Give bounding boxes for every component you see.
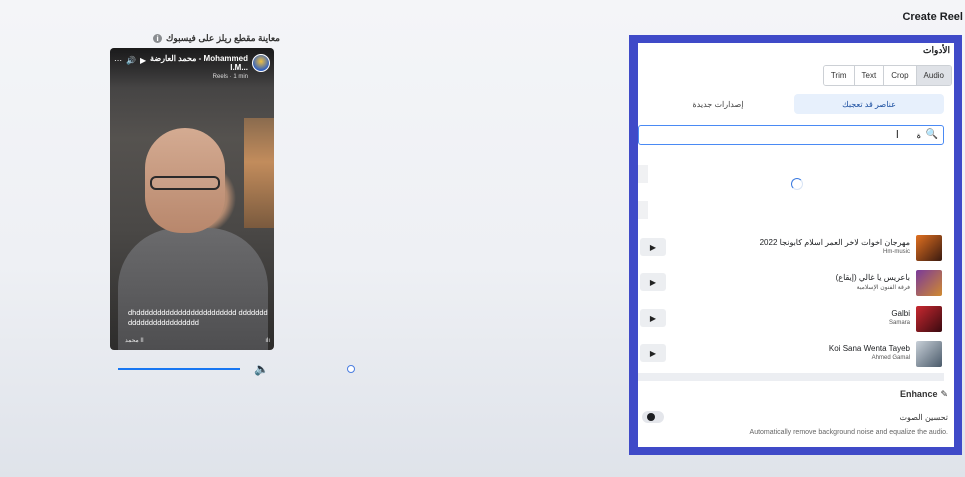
loading-placeholder xyxy=(638,165,648,183)
track-title: Koi Sana Wenta Tayeb xyxy=(828,344,910,353)
track-thumbnail xyxy=(916,341,942,367)
track-thumbnail xyxy=(916,306,942,332)
audio-search[interactable]: I 🔍 xyxy=(638,125,944,145)
play-icon[interactable]: ▶ xyxy=(140,56,146,65)
track-title: باعريس يا غالي (إيقاع) xyxy=(835,273,910,282)
loading-placeholder xyxy=(638,201,648,219)
speaker-icon[interactable]: 🔈 xyxy=(254,362,269,376)
info-icon[interactable]: i xyxy=(153,34,163,43)
track-title: Galbi xyxy=(891,309,910,318)
track-thumbnail xyxy=(916,270,942,296)
enhance-title: Enhance ✎ xyxy=(900,389,948,400)
avatar xyxy=(252,54,270,72)
tab-text[interactable]: Text xyxy=(853,66,884,85)
preview-label: معاينة مقطع ريلز على فيسبوك i xyxy=(110,33,280,44)
player-controls: ⋯ 🔊 ▶ xyxy=(114,56,146,65)
background-shelf xyxy=(244,118,274,228)
track-artist: فرقة الفنون الإسلامية xyxy=(856,285,910,291)
text-cursor-icon: I xyxy=(895,128,899,141)
tab-trim[interactable]: Trim xyxy=(823,66,854,85)
enhance-title-text: Enhance xyxy=(899,389,938,399)
track-artist: Hm-music xyxy=(883,249,910,255)
timeline-scrubber[interactable] xyxy=(118,368,240,370)
pencil-icon: ✎ xyxy=(940,390,948,400)
list-item[interactable]: ▶ Galbi Samara xyxy=(638,303,944,333)
play-button[interactable]: ▶ xyxy=(640,309,666,327)
audio-wave-icon: ılı xyxy=(265,338,270,344)
tools-panel: الأدوات Trim Text Crop Audio عناصر قد تع… xyxy=(638,43,954,447)
tools-panel-highlight: الأدوات Trim Text Crop Audio عناصر قد تع… xyxy=(629,35,962,455)
scrubber-handle[interactable] xyxy=(347,365,355,373)
tab-audio[interactable]: Audio xyxy=(915,66,951,85)
play-button[interactable]: ▶ xyxy=(640,273,666,291)
list-item[interactable]: ▶ باعريس يا غالي (إيقاع) فرقة الفنون الإ… xyxy=(638,267,944,297)
reel-meta: Reels · 1 min xyxy=(212,74,248,80)
tools-title: الأدوات xyxy=(923,45,950,55)
tool-tabs: Trim Text Crop Audio xyxy=(822,65,952,86)
play-button[interactable]: ▶ xyxy=(640,238,666,256)
track-title: مهرجان اخوات لاخر العمر اسلام كابونجا 20… xyxy=(759,238,910,247)
enhance-audio-toggle[interactable] xyxy=(642,411,664,423)
tab-crop[interactable]: Crop xyxy=(883,66,916,85)
toggle-knob xyxy=(647,413,655,421)
section-divider xyxy=(638,373,944,381)
volume-icon[interactable]: 🔊 xyxy=(126,56,136,65)
track-thumbnail xyxy=(916,235,942,261)
track-artist: Samara xyxy=(888,320,910,326)
page-name: محمد العارضة - Mohammed I.M... xyxy=(150,54,248,72)
enhance-audio-label: تحسين الصوت xyxy=(899,413,948,422)
list-item[interactable]: ▶ Koi Sana Wenta Tayeb Ahmed Gamal xyxy=(638,338,944,368)
more-icon[interactable]: ⋯ xyxy=(114,56,122,65)
loading-spinner-icon xyxy=(791,178,803,190)
list-item[interactable]: ▶ مهرجان اخوات لاخر العمر اسلام كابونجا … xyxy=(638,232,944,262)
play-button[interactable]: ▶ xyxy=(640,344,666,362)
search-input[interactable] xyxy=(643,128,921,143)
enhance-description: Automatically remove background noise an… xyxy=(749,429,948,436)
reel-preview-player[interactable]: ⋯ 🔊 ▶ محمد العارضة - Mohammed I.M... Ree… xyxy=(110,48,274,350)
reel-caption: dhdddddddddddddddddddddddd ddddddddddddd… xyxy=(128,308,268,327)
segment-new-releases[interactable]: إصدارات جديدة xyxy=(658,94,778,114)
player-header: ⋯ 🔊 ▶ محمد العارضة - Mohammed I.M... Ree… xyxy=(110,48,274,88)
track-artist: Ahmed Gamal xyxy=(871,355,910,361)
video-subject-body xyxy=(118,228,268,350)
segment-suggested[interactable]: عناصر قد تعجبك xyxy=(794,94,944,114)
search-icon: 🔍 xyxy=(925,129,938,140)
preview-title: معاينة مقطع ريلز على فيسبوك xyxy=(166,33,280,43)
page-title: Create Reel xyxy=(902,11,963,23)
video-subject-glasses xyxy=(150,176,220,190)
author-label: محمد II xyxy=(125,338,144,344)
